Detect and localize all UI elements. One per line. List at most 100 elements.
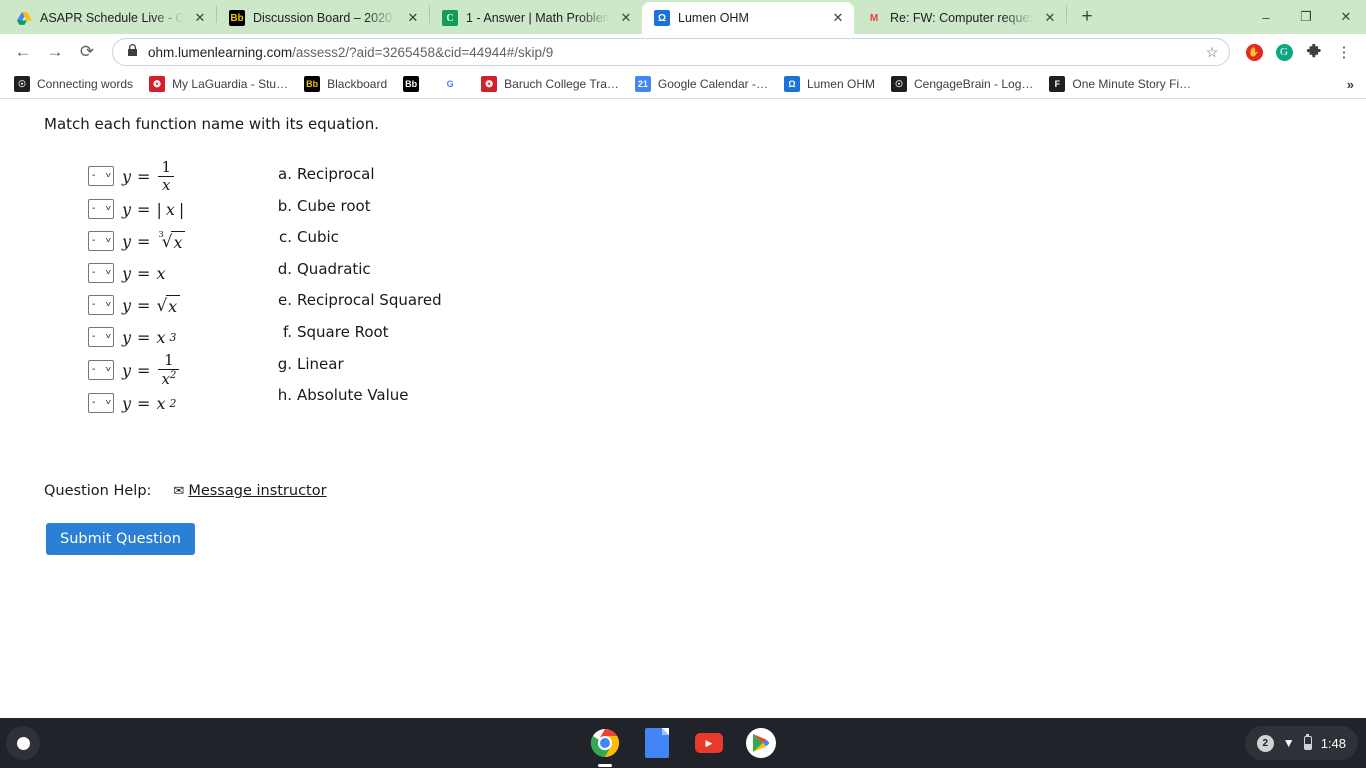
bookmark-my-laguardia[interactable]: ❂ My LaGuardia - Stu… [141,73,296,95]
browser-tab-4[interactable]: M Re: FW: Computer request #233 ✕ [854,2,1066,34]
forward-button[interactable]: → [40,37,70,67]
envelope-icon: ✉ [173,483,185,499]
match-select-3[interactable]: - ˅ [88,263,114,283]
tab-close-icon[interactable]: ✕ [192,10,208,26]
tab-close-icon[interactable]: ✕ [1042,10,1058,26]
google-icon: G [446,79,454,89]
launcher-icon[interactable] [6,726,40,760]
notification-badge: 2 [1256,734,1274,752]
bookmark-one-minute-story[interactable]: F One Minute Story Fi… [1041,73,1199,95]
browser-tab-1[interactable]: Bb Discussion Board – 2020 Spring ✕ [217,2,429,34]
match-select-2[interactable]: - ˅ [88,231,114,251]
browser-tab-3-active[interactable]: Ω Lumen OHM ✕ [642,2,854,34]
browser-menu-button[interactable]: ⋮ [1330,38,1358,66]
option-g: g. Linear [276,355,442,387]
option-label: Reciprocal Squared [297,291,442,310]
tab-close-icon[interactable]: ✕ [830,10,846,26]
address-bar[interactable]: ohm.lumenlearning.com/assess2/?aid=32654… [112,38,1230,66]
match-select-6[interactable]: - ˅ [88,360,114,380]
bookmark-blackboard[interactable]: Bb Blackboard [296,73,395,95]
url-domain: ohm.lumenlearning.com [148,44,293,60]
tab-close-icon[interactable]: ✕ [405,10,421,26]
message-instructor-link[interactable]: ✉ Message instructor [173,483,326,499]
select-value: - [92,235,96,246]
chevron-down-icon: ˅ [105,268,112,277]
equation-row-quadratic: - ˅ y = x 2 [88,387,238,419]
option-c: c. Cubic [276,228,442,260]
tab-strip: ASAPR Schedule Live - Google D ✕ Bb Disc… [0,0,1366,34]
chevron-down-icon: ˅ [105,171,112,180]
shelf-app-list: ▶ [590,728,776,767]
calendar-icon: 21 [634,76,651,92]
equation-reciprocal-squared: y = 1 x2 [122,353,181,387]
bookmark-label: My LaGuardia - Stu… [172,77,289,91]
equation-row-square-root: - ˅ y = √ x [88,289,238,321]
google-docs-icon[interactable] [642,728,672,758]
equation-row-linear: - ˅ y = x [88,257,238,289]
back-button[interactable]: ← [8,37,38,67]
select-value: - [92,397,96,408]
chrome-icon[interactable] [590,728,620,767]
bookmark-google[interactable]: G [434,73,473,95]
bookmark-baruch-college[interactable]: ❂ Baruch College Tra… [473,73,627,95]
browser-tab-0[interactable]: ASAPR Schedule Live - Google D ✕ [4,2,216,34]
matching-question: - ˅ y = 1x - ˅ y = | x | - ˅ y = 3 √ x -… [0,159,1366,419]
bookmark-connecting-words[interactable]: ☉ Connecting words [6,73,141,95]
google-play-icon[interactable] [746,728,776,758]
match-select-0[interactable]: - ˅ [88,166,114,186]
bookmark-lumen-ohm[interactable]: Ω Lumen OHM [776,73,883,95]
blackboard-icon: Bb [304,76,321,92]
new-tab-button[interactable]: + [1073,3,1101,31]
option-marker: a. [278,165,292,183]
option-marker: c. [278,228,292,247]
maximize-button[interactable]: ❐ [1286,0,1326,34]
lumen-omega-icon: Ω [783,76,800,92]
bookmark-label: CengageBrain - Log… [913,77,1034,91]
bookmark-label: Blackboard [327,77,388,91]
chevron-down-icon: ˅ [105,204,112,213]
option-marker: b. [277,196,292,215]
equation-row-cubic: - ˅ y = x 3 [88,321,238,353]
status-tray[interactable]: 2 ▼ 1:48 [1244,726,1358,760]
bookmark-blackboard-2[interactable]: Bb [395,73,434,95]
bookmark-google-calendar[interactable]: 21 Google Calendar -… [627,73,776,95]
option-marker: d. [277,259,292,278]
grammarly-icon[interactable]: G [1270,38,1298,66]
equation-row-cube-root: - ˅ y = 3 √ x [88,225,238,257]
submit-question-button[interactable]: Submit Question [46,523,195,555]
puzzle-icon[interactable] [1300,38,1328,66]
minimize-button[interactable]: – [1246,0,1286,34]
bookmark-star-icon[interactable]: ☆ [1201,41,1223,63]
close-window-button[interactable]: ✕ [1326,0,1366,34]
bookmarks-overflow-button[interactable]: » [1347,77,1360,92]
equation-row-absolute-value: - ˅ y = | x | [88,193,238,225]
bookmark-label: Connecting words [37,77,134,91]
adblock-icon[interactable]: ✋ [1240,38,1268,66]
tab-close-icon[interactable]: ✕ [618,10,634,26]
reload-button[interactable]: ⟳ [72,37,102,67]
window-controls: – ❐ ✕ [1246,0,1366,34]
match-select-4[interactable]: - ˅ [88,295,114,315]
question-help-row: Question Help: ✉ Message instructor [0,483,1366,499]
clock-time: 1:48 [1320,735,1346,751]
tab-title: Lumen OHM [678,11,749,25]
wifi-icon: ▼ [1282,736,1295,750]
bookmark-cengagebrain[interactable]: ☉ CengageBrain - Log… [883,73,1041,95]
option-marker: f. [283,322,292,341]
equation-column: - ˅ y = 1x - ˅ y = | x | - ˅ y = 3 √ x -… [88,159,238,419]
select-value: - [92,267,96,278]
browser-tab-2[interactable]: C 1 - Answer | Math Problem Solve ✕ [430,2,642,34]
blackboard-icon: Bb [229,10,245,26]
battery-icon [1303,734,1312,750]
match-select-5[interactable]: - ˅ [88,327,114,347]
option-marker: h. [277,386,292,405]
select-value: - [92,331,96,342]
browser-window: ASAPR Schedule Live - Google D ✕ Bb Disc… [0,0,1366,718]
match-select-1[interactable]: - ˅ [88,199,114,219]
youtube-icon[interactable]: ▶ [694,728,724,758]
match-select-7[interactable]: - ˅ [88,393,114,413]
option-label: Square Root [297,322,389,341]
question-help-label: Question Help: [44,483,152,499]
browser-toolbar: ← → ⟳ ohm.lumenlearning.com/assess2/?aid… [0,34,1366,70]
tab-title: Re: FW: Computer request #233 [890,11,1034,25]
